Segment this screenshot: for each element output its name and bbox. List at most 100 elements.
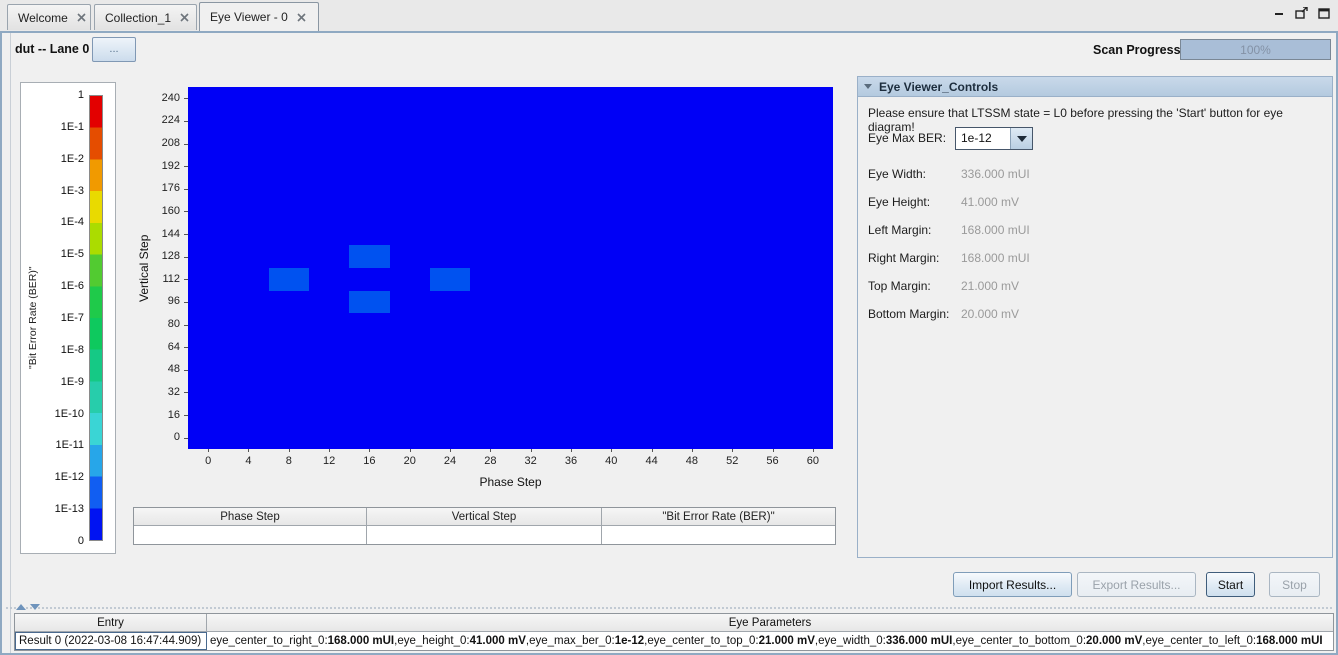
y-tick-mark [184,188,188,190]
x-tick-mark [288,449,290,452]
x-tick-mark [208,449,210,452]
tab-label: Collection_1 [105,10,172,25]
colorbar-tick-label: 1E-7 [60,312,84,324]
import-results-button[interactable]: Import Results... [953,572,1072,597]
bottom-margin-value: 20.000 mV [961,307,1020,321]
colorbar-tick-label: 0 [77,535,84,547]
expand-up-icon[interactable] [16,604,26,610]
x-tick-mark [369,449,371,452]
close-icon[interactable] [180,13,189,22]
y-axis-label: Vertical Step [137,234,151,302]
x-tick-label: 24 [443,455,457,467]
colorbar-tick-label: 1E-2 [60,152,84,165]
maximize-icon[interactable] [1318,7,1330,19]
x-tick-mark [611,449,613,452]
x-tick-mark [812,449,814,452]
collapse-down-icon[interactable] [30,604,40,610]
y-tick-mark [184,392,188,394]
y-tick-mark [184,98,188,100]
tab-label: Welcome [18,10,68,25]
scan-progress-label: Scan Progress [1093,43,1181,57]
eye-viewer-controls-panel: Eye Viewer_Controls Please ensure that L… [857,76,1333,558]
x-tick-mark [450,449,452,452]
x-tick-mark [409,449,411,452]
colorbar-tick-labels: 1 1E-1 1E-2 1E-3 1E-4 1E-5 1E-6 1E-7 1E-8 1E-9 1E-… [21,89,84,547]
x-tick-mark [329,449,331,452]
stop-button[interactable]: Stop [1269,572,1320,597]
eye-width-label: Eye Width: [868,167,927,181]
x-tick-label: 52 [726,455,739,467]
collapse-section-icon[interactable] [864,84,872,89]
eye-width-value: 336.000 mUI [961,167,1030,181]
y-tick-mark [184,279,188,281]
colorbar-tick-label: 1 [77,89,84,101]
eye-viewer-window: Welcome Collection_1 Eye Viewer - 0 dut … [0,0,1338,655]
y-tick-mark [184,256,188,258]
left-margin-label: Left Margin: [868,223,932,237]
controls-panel-header[interactable]: Eye Viewer_Controls [858,77,1332,97]
result-entry-cell[interactable]: Result 0 (2022-03-08 16:47:44.909) [15,632,207,650]
y-tick-mark [184,347,188,349]
x-tick-label: 28 [484,455,497,467]
x-tick-mark [248,449,250,452]
lane-browse-button[interactable]: ... [92,37,136,62]
controls-panel-title: Eye Viewer_Controls [879,79,999,94]
y-tick-mark [184,143,188,145]
y-tick-mark [184,369,188,371]
minimize-icon[interactable] [1274,8,1285,19]
tab-collection-1[interactable]: Collection_1 [94,4,197,30]
eye-parameters-cell[interactable]: eye_center_to_right_0: 168.000 mUI, eye_h… [207,632,1333,650]
column-header-ber[interactable]: "Bit Error Rate (BER)" [602,508,835,526]
x-tick-label: 44 [645,455,658,467]
y-tick-mark [184,301,188,303]
dropdown-arrow-button[interactable] [1010,128,1032,149]
window-controls [1274,7,1330,19]
tab-welcome[interactable]: Welcome [7,4,91,30]
x-tick-label: 8 [285,455,292,467]
column-header-eye-parameters[interactable]: Eye Parameters [207,614,1333,632]
heatmap-cell [349,290,390,314]
x-tick-mark [651,449,653,452]
eye-diagram-heatmap[interactable] [188,87,833,449]
x-tick-label: 20 [403,455,416,467]
colorbar-tick-label: 1E-12 [54,471,84,484]
x-tick-label: 32 [524,455,537,467]
column-header-entry[interactable]: Entry [15,614,207,632]
column-header-phase-step[interactable]: Phase Step [134,508,367,526]
bottom-margin-label: Bottom Margin: [868,307,950,321]
column-header-vertical-step[interactable]: Vertical Step [367,508,602,526]
colorbar-tick-label: 1E-6 [60,280,84,293]
eye-max-ber-dropdown[interactable]: 1e-12 [955,127,1033,150]
close-icon[interactable] [297,12,306,22]
export-results-button[interactable]: Export Results... [1077,572,1196,597]
x-tick-mark [732,449,734,452]
phase-step-value [134,526,367,544]
heatmap-cell [429,268,471,291]
results-header-row: Entry Eye Parameters [15,614,1333,632]
eye-height-value: 41.000 mV [961,195,1020,209]
eye-height-label: Eye Height: [868,195,931,209]
x-tick-label: 56 [766,455,779,467]
x-tick-label: 60 [806,455,819,467]
y-tick-mark [184,415,188,417]
x-tick-label: 40 [605,455,618,467]
close-icon[interactable] [77,13,86,22]
tab-bar: Welcome Collection_1 Eye Viewer - 0 [0,0,1338,31]
table-row[interactable]: Result 0 (2022-03-08 16:47:44.909) eye_c… [15,632,1333,650]
heatmap-cell [268,268,309,291]
colorbar-gradient [89,95,103,541]
start-button[interactable]: Start [1206,572,1255,597]
x-tick-mark [691,449,693,452]
results-splitter-handle[interactable] [6,603,1332,612]
y-tick-mark [184,437,188,439]
hover-readout-table: Phase Step Vertical Step "Bit Error Rate… [133,507,836,545]
eye-viewer-view: dut -- Lane 0 ... Scan Progress 100% "Bi… [0,31,1338,655]
y-tick-mark [184,211,188,213]
float-window-icon[interactable] [1295,7,1308,19]
chevron-down-icon [1016,135,1027,142]
hover-table-value-row [134,526,835,544]
x-tick-mark [530,449,532,452]
top-margin-label: Top Margin: [868,279,931,293]
x-tick-label: 0 [205,455,212,467]
tab-eye-viewer-0[interactable]: Eye Viewer - 0 [199,2,319,31]
